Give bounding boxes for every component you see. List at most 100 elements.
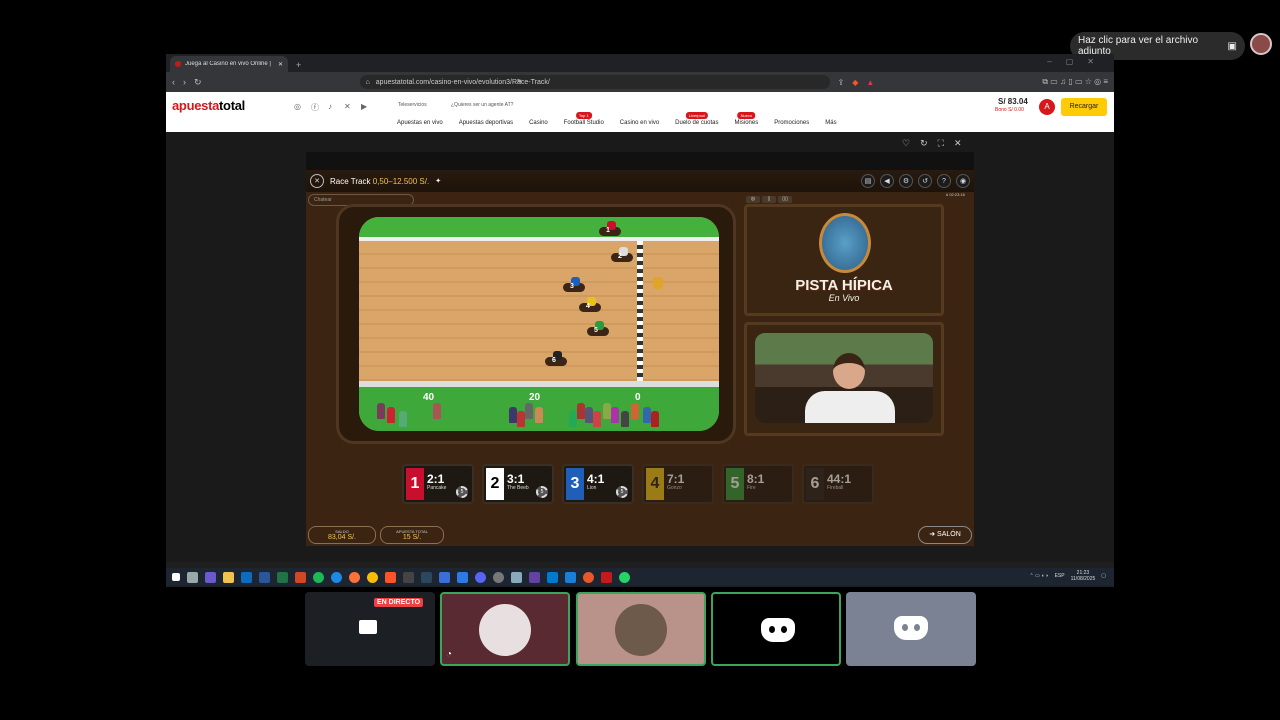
nav-item[interactable]: Misiones Nuevo — [735, 112, 758, 126]
nav-item-label: Más — [825, 120, 837, 126]
horse-sprite-1: 1 — [597, 221, 623, 239]
close-game-icon[interactable]: ✕ — [310, 174, 324, 188]
app-icon[interactable] — [457, 571, 468, 583]
language-indicator[interactable]: ESP — [1055, 573, 1065, 579]
nav-item[interactable]: Apuestas en vivo — [397, 120, 443, 126]
powerpoint-icon[interactable] — [295, 571, 306, 583]
nav-item[interactable]: Duelo de cuotas Liverpool — [675, 112, 719, 126]
outlook-icon[interactable] — [241, 571, 252, 583]
nav-badge: Nuevo — [737, 112, 756, 119]
help-icon[interactable]: ? — [937, 174, 951, 188]
jockey-emblem — [819, 213, 871, 273]
excel-icon[interactable] — [277, 571, 288, 583]
pin-icon[interactable]: ✦ — [435, 177, 441, 185]
sound-icon[interactable]: ◀ — [880, 174, 894, 188]
horse-name: Fireball — [827, 485, 844, 491]
task-view-icon[interactable] — [187, 571, 198, 583]
lobby-icon[interactable]: ◉ — [956, 174, 970, 188]
twitch-icon[interactable] — [529, 571, 540, 583]
layout-toggle-icon[interactable]: ▯▯ — [778, 196, 792, 203]
nav-item[interactable]: Apuestas deportivas — [459, 120, 513, 126]
camera-toggle-icon[interactable]: ◎ — [746, 196, 760, 203]
bet-card-horse-2[interactable]: 2 3:1 The Beeb 5 — [482, 464, 554, 504]
close-icon[interactable]: ✕ — [954, 138, 962, 149]
forward-icon[interactable]: › — [183, 77, 186, 87]
agent-link[interactable]: ¿Quieres ser un agente AT? — [451, 102, 513, 108]
file-explorer-icon[interactable] — [223, 571, 234, 583]
close-tab-icon[interactable]: ✕ — [278, 61, 283, 68]
nav-item[interactable]: Casino — [529, 120, 548, 126]
avatar[interactable] — [1250, 33, 1272, 55]
steam-icon[interactable] — [421, 571, 432, 583]
instagram-icon[interactable]: ◎ — [294, 102, 301, 111]
app-icon[interactable] — [583, 571, 594, 583]
favorite-icon[interactable]: ♡ — [902, 138, 910, 149]
site-header: apuestatotal ◎ ⓕ ♪ ✕ ▶ Teleservicios ¿Qu… — [166, 92, 1114, 132]
tiktok-icon[interactable]: ♪ — [328, 102, 332, 111]
edge-icon[interactable] — [331, 571, 342, 583]
start-icon[interactable] — [172, 573, 180, 581]
salon-button[interactable]: ➜ SALÓN — [918, 526, 972, 544]
rewards-icon[interactable]: ▲ — [866, 78, 874, 87]
notifications-icon[interactable]: ▢ — [1101, 573, 1106, 579]
distance-marker: 0 — [635, 392, 641, 403]
fullscreen-icon[interactable]: ⛶ — [938, 138, 944, 149]
brave-icon[interactable] — [385, 571, 396, 583]
settings-icon[interactable]: ⚙ — [899, 174, 913, 188]
back-icon[interactable]: ‹ — [172, 77, 175, 87]
chat-icon[interactable]: ▤ — [861, 174, 875, 188]
bet-card-horse-4[interactable]: 4 7:1 Gonzo — [642, 464, 714, 504]
history-icon[interactable]: ↺ — [918, 174, 932, 188]
bet-card-horse-1[interactable]: 1 2:1 Pancake 5 — [402, 464, 474, 504]
view-toggle-icon[interactable]: ▯ — [762, 196, 776, 203]
race-track: 40 20 0 1 2 3 4 5 6 — [359, 217, 719, 431]
clock[interactable]: 21:23 11/08/2025 — [1071, 570, 1096, 582]
participant-tile[interactable] — [576, 592, 706, 666]
url-field[interactable]: ⚑ ⌂ apuestatotal.com/casino-en-vivo/evol… — [359, 75, 830, 89]
copilot-icon[interactable] — [205, 571, 216, 583]
app-icon[interactable] — [493, 571, 504, 583]
nav-item[interactable]: Casino en vivo — [620, 120, 659, 126]
vscode-icon[interactable] — [547, 571, 558, 583]
refresh-icon[interactable]: ↻ — [920, 138, 928, 149]
participant-tile[interactable] — [711, 592, 841, 666]
participant-tile[interactable] — [846, 592, 976, 666]
app-icon[interactable] — [601, 571, 612, 583]
extensions-icon[interactable]: ⧉ ▭ ♫ ▯ ▭ ☆ ◎ ≡ — [1042, 77, 1108, 87]
x-icon[interactable]: ✕ — [344, 102, 351, 111]
facebook-icon[interactable]: ⓕ — [311, 102, 319, 113]
window-controls[interactable]: –▢✕ — [1047, 57, 1108, 66]
bookmark-icon[interactable]: ⚑ — [516, 78, 522, 86]
nav-item[interactable]: Promociones — [774, 120, 809, 126]
account-avatar[interactable]: A — [1039, 99, 1055, 115]
firefox-icon[interactable] — [349, 571, 360, 583]
site-logo[interactable]: apuestatotal — [172, 98, 245, 113]
brave-shield-icon[interactable]: ◆ — [852, 78, 858, 87]
reload-icon[interactable]: ↻ — [194, 77, 202, 88]
teleservicios-link[interactable]: Teleservicios — [398, 102, 427, 108]
tray-icons[interactable]: ⌃ ▭ ◖ ◗ — [1029, 573, 1048, 579]
youtube-icon[interactable]: ▶ — [361, 102, 367, 111]
app-icon[interactable] — [565, 571, 576, 583]
balance-value: 83,04 S/. — [327, 534, 357, 541]
discord-icon[interactable] — [475, 571, 486, 583]
browser-tab[interactable]: Juega al Casino en vivo Online | ✕ — [170, 56, 288, 72]
app-icon[interactable] — [403, 571, 414, 583]
horse-name: Lion — [587, 485, 597, 491]
chrome-icon[interactable] — [367, 571, 378, 583]
bet-card-horse-6[interactable]: 6 44:1 Fireball — [802, 464, 874, 504]
site-info-icon[interactable]: ⌂ — [366, 79, 370, 86]
whatsapp-icon[interactable] — [619, 571, 630, 583]
bet-card-horse-5[interactable]: 5 8:1 Fire — [722, 464, 794, 504]
nav-item[interactable]: Football Studio Top 1 — [564, 112, 604, 126]
app-icon[interactable] — [439, 571, 450, 583]
participant-tile[interactable]: ◔ — [440, 592, 570, 666]
share-icon[interactable]: ⇪ — [838, 78, 845, 87]
word-icon[interactable] — [259, 571, 270, 583]
recharge-button[interactable]: Recargar — [1061, 98, 1107, 116]
app-icon[interactable] — [511, 571, 522, 583]
new-tab-icon[interactable]: + — [296, 60, 301, 70]
spotify-icon[interactable] — [313, 571, 324, 583]
nav-item[interactable]: Más — [825, 120, 836, 126]
bet-card-horse-3[interactable]: 3 4:1 Lion 5 — [562, 464, 634, 504]
